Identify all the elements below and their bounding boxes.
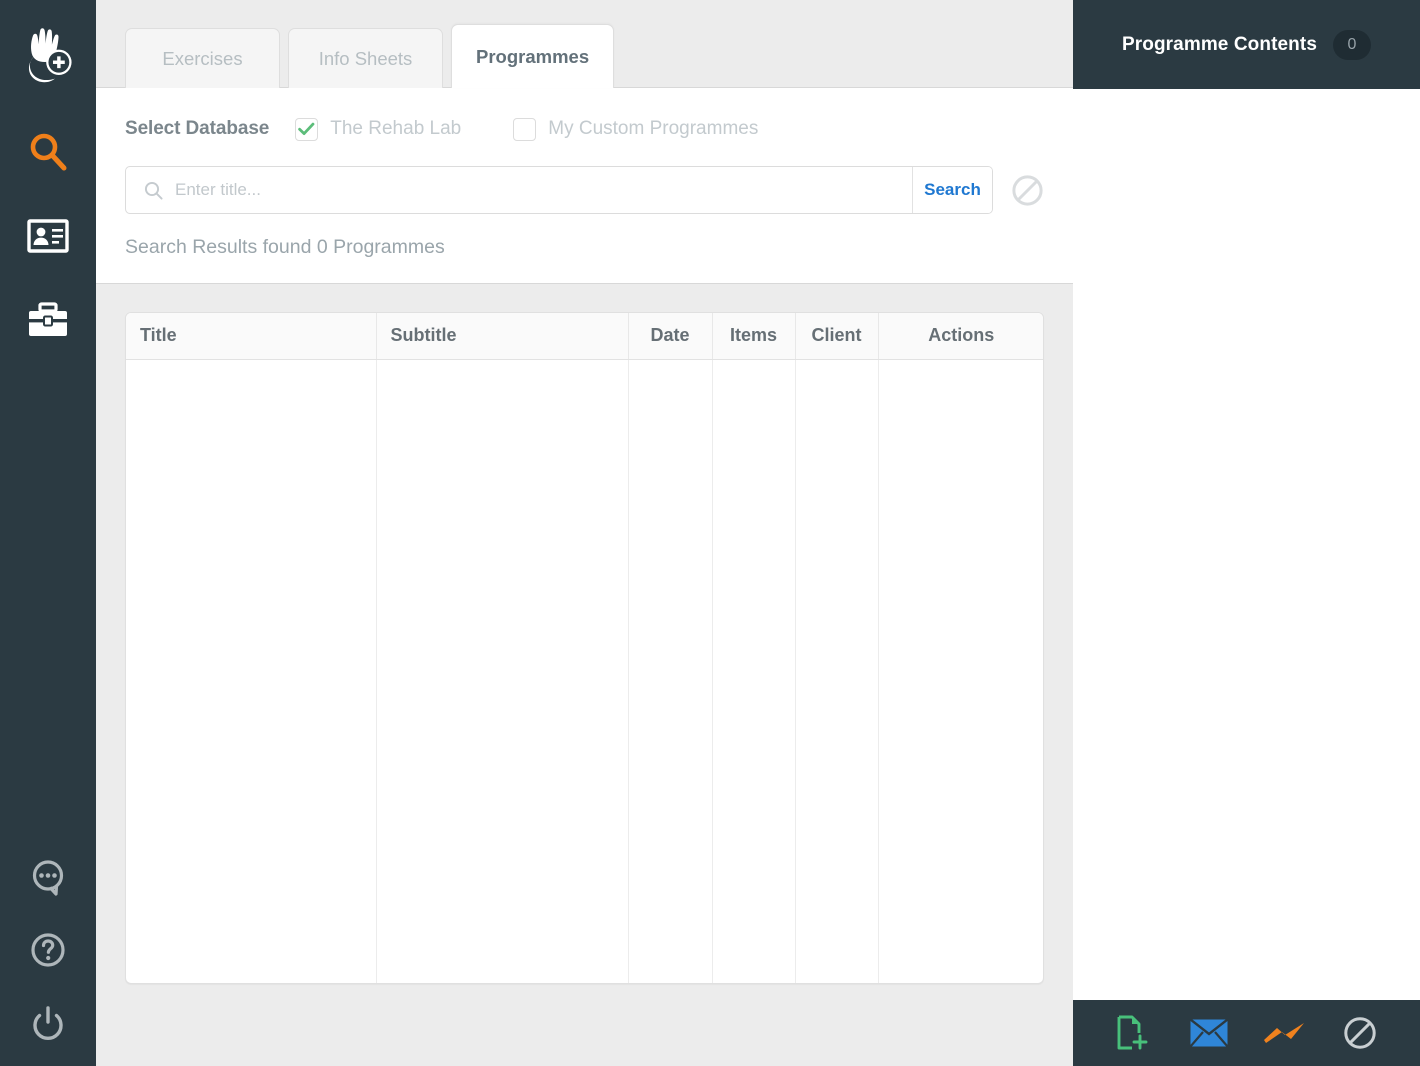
results-table-card: Title Subtitle Date Items Client Actions — [125, 312, 1044, 984]
new-programme-button[interactable] — [1110, 1010, 1156, 1056]
search-button[interactable]: Search — [912, 167, 992, 213]
checkbox-the-rehab-lab[interactable]: The Rehab Lab — [295, 117, 462, 141]
sidebar-item-chat[interactable] — [0, 842, 96, 914]
programme-contents-panel: Programme Contents 0 — [1073, 0, 1420, 1066]
search-input[interactable] — [175, 180, 912, 200]
power-icon — [33, 1006, 63, 1041]
activity-icon — [1264, 1023, 1305, 1043]
email-icon — [1189, 1019, 1228, 1047]
search-nav-icon — [30, 133, 67, 171]
table-empty-row — [126, 359, 1043, 983]
search-row: Search — [125, 166, 1044, 214]
chat-bubble-icon — [32, 860, 64, 896]
content-tabs: Exercises Info Sheets Programmes — [96, 0, 1073, 88]
left-sidebar — [0, 0, 96, 1066]
clear-programme-button[interactable] — [1337, 1010, 1383, 1056]
search-input-wrap — [126, 167, 912, 213]
no-entry-icon — [1012, 174, 1043, 206]
search-button-label: Search — [924, 180, 981, 199]
column-header-items[interactable]: Items — [712, 313, 796, 360]
checkbox-box-unchecked — [513, 117, 537, 141]
programme-contents-title: Programme Contents — [1121, 33, 1317, 55]
programme-contents-header: Programme Contents 0 — [1073, 0, 1420, 89]
new-document-icon — [1117, 1015, 1148, 1050]
tab-info-sheets-label: Info Sheets — [318, 47, 413, 69]
cell-date — [628, 359, 713, 983]
main-content: Exercises Info Sheets Programmes Select … — [96, 0, 1073, 1066]
programmes-table: Title Subtitle Date Items Client Actions — [126, 313, 1043, 983]
cell-title — [126, 359, 377, 983]
column-header-subtitle[interactable]: Subtitle — [376, 313, 629, 360]
tab-exercises-label: Exercises — [162, 47, 243, 69]
checkbox-label-my-custom-programmes: My Custom Programmes — [548, 118, 759, 139]
app-root: Exercises Info Sheets Programmes Select … — [0, 0, 1420, 1066]
programme-contents-list — [1073, 89, 1420, 1000]
column-header-title[interactable]: Title — [126, 313, 377, 360]
activity-button[interactable] — [1261, 1010, 1307, 1056]
search-box: Search — [125, 166, 993, 214]
column-header-client[interactable]: Client — [795, 313, 879, 360]
sidebar-bottom-group — [0, 842, 96, 1058]
sidebar-item-clients[interactable] — [0, 194, 96, 278]
cell-actions — [878, 359, 1043, 983]
column-header-actions: Actions — [878, 313, 1043, 360]
tab-info-sheets[interactable]: Info Sheets — [288, 28, 443, 88]
sidebar-item-help[interactable] — [0, 914, 96, 986]
column-header-date[interactable]: Date — [628, 313, 713, 360]
programme-contents-count-badge: 0 — [1333, 29, 1371, 60]
table-header-row: Title Subtitle Date Items Client Actions — [126, 313, 1043, 360]
table-body-empty — [126, 359, 1043, 983]
checkbox-box-checked — [295, 117, 319, 141]
sidebar-item-search[interactable] — [0, 110, 96, 194]
checkbox-my-custom-programmes[interactable]: My Custom Programmes — [513, 117, 759, 141]
cell-items — [712, 359, 796, 983]
help-circle-icon — [31, 933, 65, 967]
programme-contents-toolbar — [1073, 1000, 1420, 1066]
cell-client — [795, 359, 879, 983]
results-table-area: Title Subtitle Date Items Client Actions — [96, 284, 1073, 1066]
cell-subtitle — [376, 359, 629, 983]
tab-programmes-label: Programmes — [476, 45, 590, 67]
search-results-summary: Search Results found 0 Programmes — [125, 236, 445, 258]
hand-plus-logo-icon — [28, 28, 72, 83]
table-header: Title Subtitle Date Items Client Actions — [126, 313, 1043, 360]
app-logo[interactable] — [0, 26, 96, 84]
briefcase-nav-icon — [27, 302, 69, 336]
clear-search-button[interactable] — [1011, 174, 1044, 207]
select-database-label: Select Database — [125, 118, 270, 139]
search-panel: Select Database The Rehab Lab My Custom … — [96, 88, 1073, 284]
sidebar-item-toolkit[interactable] — [0, 278, 96, 362]
no-entry-icon — [1344, 1017, 1376, 1049]
database-selector-row: Select Database The Rehab Lab My Custom … — [125, 114, 1044, 144]
tab-programmes[interactable]: Programmes — [451, 24, 615, 88]
checkmark-icon — [298, 122, 315, 135]
email-programme-button[interactable] — [1186, 1010, 1232, 1056]
checkbox-label-the-rehab-lab: The Rehab Lab — [330, 118, 462, 139]
search-icon — [144, 181, 163, 200]
tab-exercises[interactable]: Exercises — [125, 28, 280, 88]
id-card-nav-icon — [27, 219, 69, 253]
sidebar-item-logout[interactable] — [0, 986, 96, 1058]
